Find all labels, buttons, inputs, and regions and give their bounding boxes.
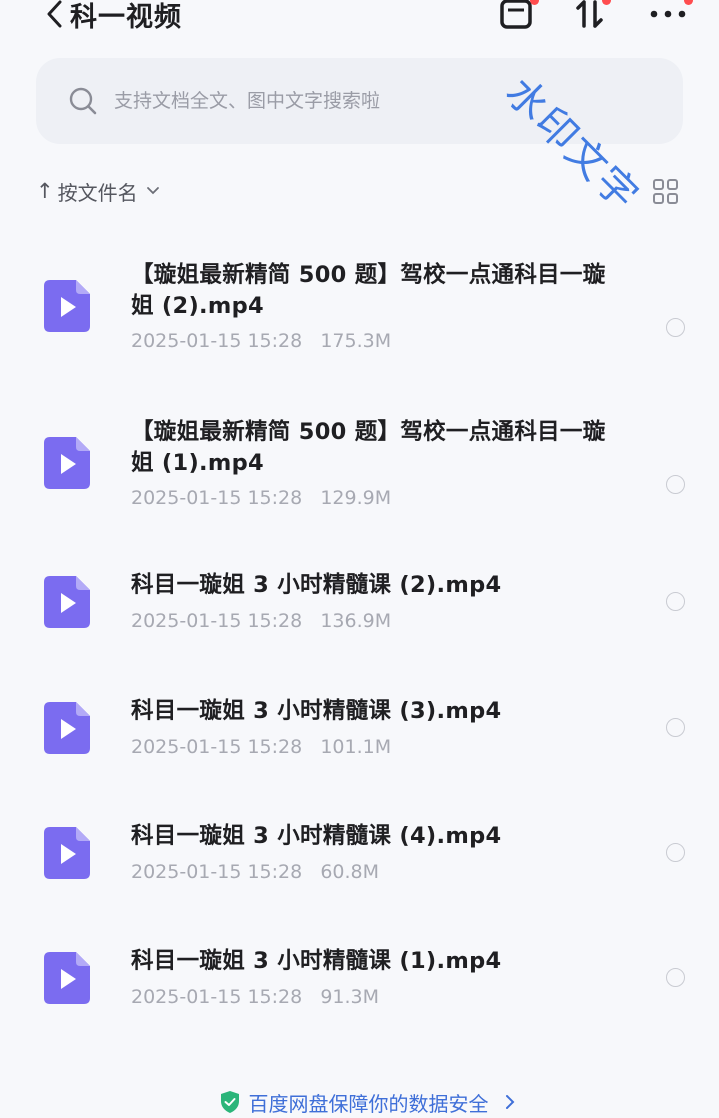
sort-toggle-button[interactable] bbox=[572, 0, 611, 34]
file-date: 2025-01-15 15:28 bbox=[131, 986, 303, 1008]
file-size: 129.9M bbox=[320, 487, 392, 509]
file-row[interactable]: 科目一璇姐 3 小时精髓课 (4).mp4 2025-01-15 15:28 6… bbox=[0, 821, 719, 901]
file-size: 101.1M bbox=[320, 736, 392, 758]
notification-badge bbox=[684, 0, 693, 5]
file-size: 175.3M bbox=[320, 330, 392, 352]
security-banner: 百度网盘保障你的数据安全 bbox=[0, 1086, 719, 1118]
file-name: 科目一璇姐 3 小时精髓课 (4).mp4 bbox=[131, 823, 502, 849]
file-row[interactable]: 【璇姐最新精简 500 题】驾校一点通科目一璇姐 (2).mp4 2025-01… bbox=[0, 260, 719, 370]
chevron-right-icon bbox=[505, 1095, 514, 1109]
video-file-icon bbox=[44, 437, 90, 489]
sort-selector[interactable]: ↑ 按文件名 bbox=[36, 176, 160, 206]
file-date: 2025-01-15 15:28 bbox=[131, 487, 303, 509]
file-date: 2025-01-15 15:28 bbox=[131, 736, 303, 758]
file-date: 2025-01-15 15:28 bbox=[131, 610, 303, 632]
page-title: 科一视频 bbox=[70, 1, 182, 33]
select-checkbox[interactable] bbox=[666, 718, 685, 737]
sort-direction-icon: ↑ bbox=[36, 179, 54, 203]
more-dots-icon bbox=[650, 10, 686, 18]
video-file-icon bbox=[44, 702, 90, 754]
sort-label: 按文件名 bbox=[57, 180, 138, 205]
chevron-down-icon bbox=[146, 187, 159, 195]
file-meta: 2025-01-15 15:28 60.8M bbox=[131, 861, 379, 883]
chevron-left-icon bbox=[47, 0, 62, 28]
shield-check-icon bbox=[220, 1091, 239, 1113]
file-size: 136.9M bbox=[320, 610, 392, 632]
file-date: 2025-01-15 15:28 bbox=[131, 330, 303, 352]
select-checkbox[interactable] bbox=[666, 592, 685, 611]
file-meta: 2025-01-15 15:28 101.1M bbox=[131, 736, 391, 758]
video-file-icon bbox=[44, 952, 90, 1004]
top-bar: 科一视频 bbox=[0, 0, 719, 40]
file-size: 91.3M bbox=[320, 986, 380, 1008]
file-meta: 2025-01-15 15:28 136.9M bbox=[131, 610, 391, 632]
file-meta: 2025-01-15 15:28 91.3M bbox=[131, 986, 379, 1008]
file-row[interactable]: 【璇姐最新精简 500 题】驾校一点通科目一璇姐 (1).mp4 2025-01… bbox=[0, 417, 719, 527]
security-text: 百度网盘保障你的数据安全 bbox=[248, 1091, 489, 1116]
file-name: 【璇姐最新精简 500 题】驾校一点通科目一璇姐 (2).mp4 bbox=[131, 262, 606, 319]
select-checkbox[interactable] bbox=[666, 843, 685, 862]
select-checkbox[interactable] bbox=[666, 318, 685, 337]
file-size: 60.8M bbox=[320, 861, 380, 883]
more-button[interactable] bbox=[646, 0, 693, 34]
video-file-icon bbox=[44, 280, 90, 332]
file-row[interactable]: 科目一璇姐 3 小时精髓课 (3).mp4 2025-01-15 15:28 1… bbox=[0, 696, 719, 776]
back-button[interactable]: 科一视频 bbox=[44, 0, 214, 34]
security-link[interactable]: 百度网盘保障你的数据安全 bbox=[219, 1088, 515, 1117]
sort-arrows-icon bbox=[576, 0, 603, 28]
search-icon bbox=[69, 87, 97, 115]
file-meta: 2025-01-15 15:28 129.9M bbox=[131, 487, 391, 509]
transfer-list-button[interactable] bbox=[496, 0, 539, 34]
video-file-icon bbox=[44, 576, 90, 628]
file-row[interactable]: 科目一璇姐 3 小时精髓课 (2).mp4 2025-01-15 15:28 1… bbox=[0, 570, 719, 650]
file-date: 2025-01-15 15:28 bbox=[131, 861, 303, 883]
notification-badge bbox=[530, 0, 539, 5]
select-checkbox[interactable] bbox=[666, 968, 685, 987]
file-name: 【璇姐最新精简 500 题】驾校一点通科目一璇姐 (1).mp4 bbox=[131, 419, 606, 476]
file-row[interactable]: 科目一璇姐 3 小时精髓课 (1).mp4 2025-01-15 15:28 9… bbox=[0, 946, 719, 1026]
file-name: 科目一璇姐 3 小时精髓课 (2).mp4 bbox=[131, 572, 502, 598]
file-meta: 2025-01-15 15:28 175.3M bbox=[131, 330, 391, 352]
notification-badge bbox=[602, 0, 611, 5]
file-name: 科目一璇姐 3 小时精髓课 (3).mp4 bbox=[131, 698, 502, 724]
select-checkbox[interactable] bbox=[666, 475, 685, 494]
transfer-box-icon bbox=[500, 0, 532, 29]
file-name: 科目一璇姐 3 小时精髓课 (1).mp4 bbox=[131, 948, 502, 974]
video-file-icon bbox=[44, 827, 90, 879]
